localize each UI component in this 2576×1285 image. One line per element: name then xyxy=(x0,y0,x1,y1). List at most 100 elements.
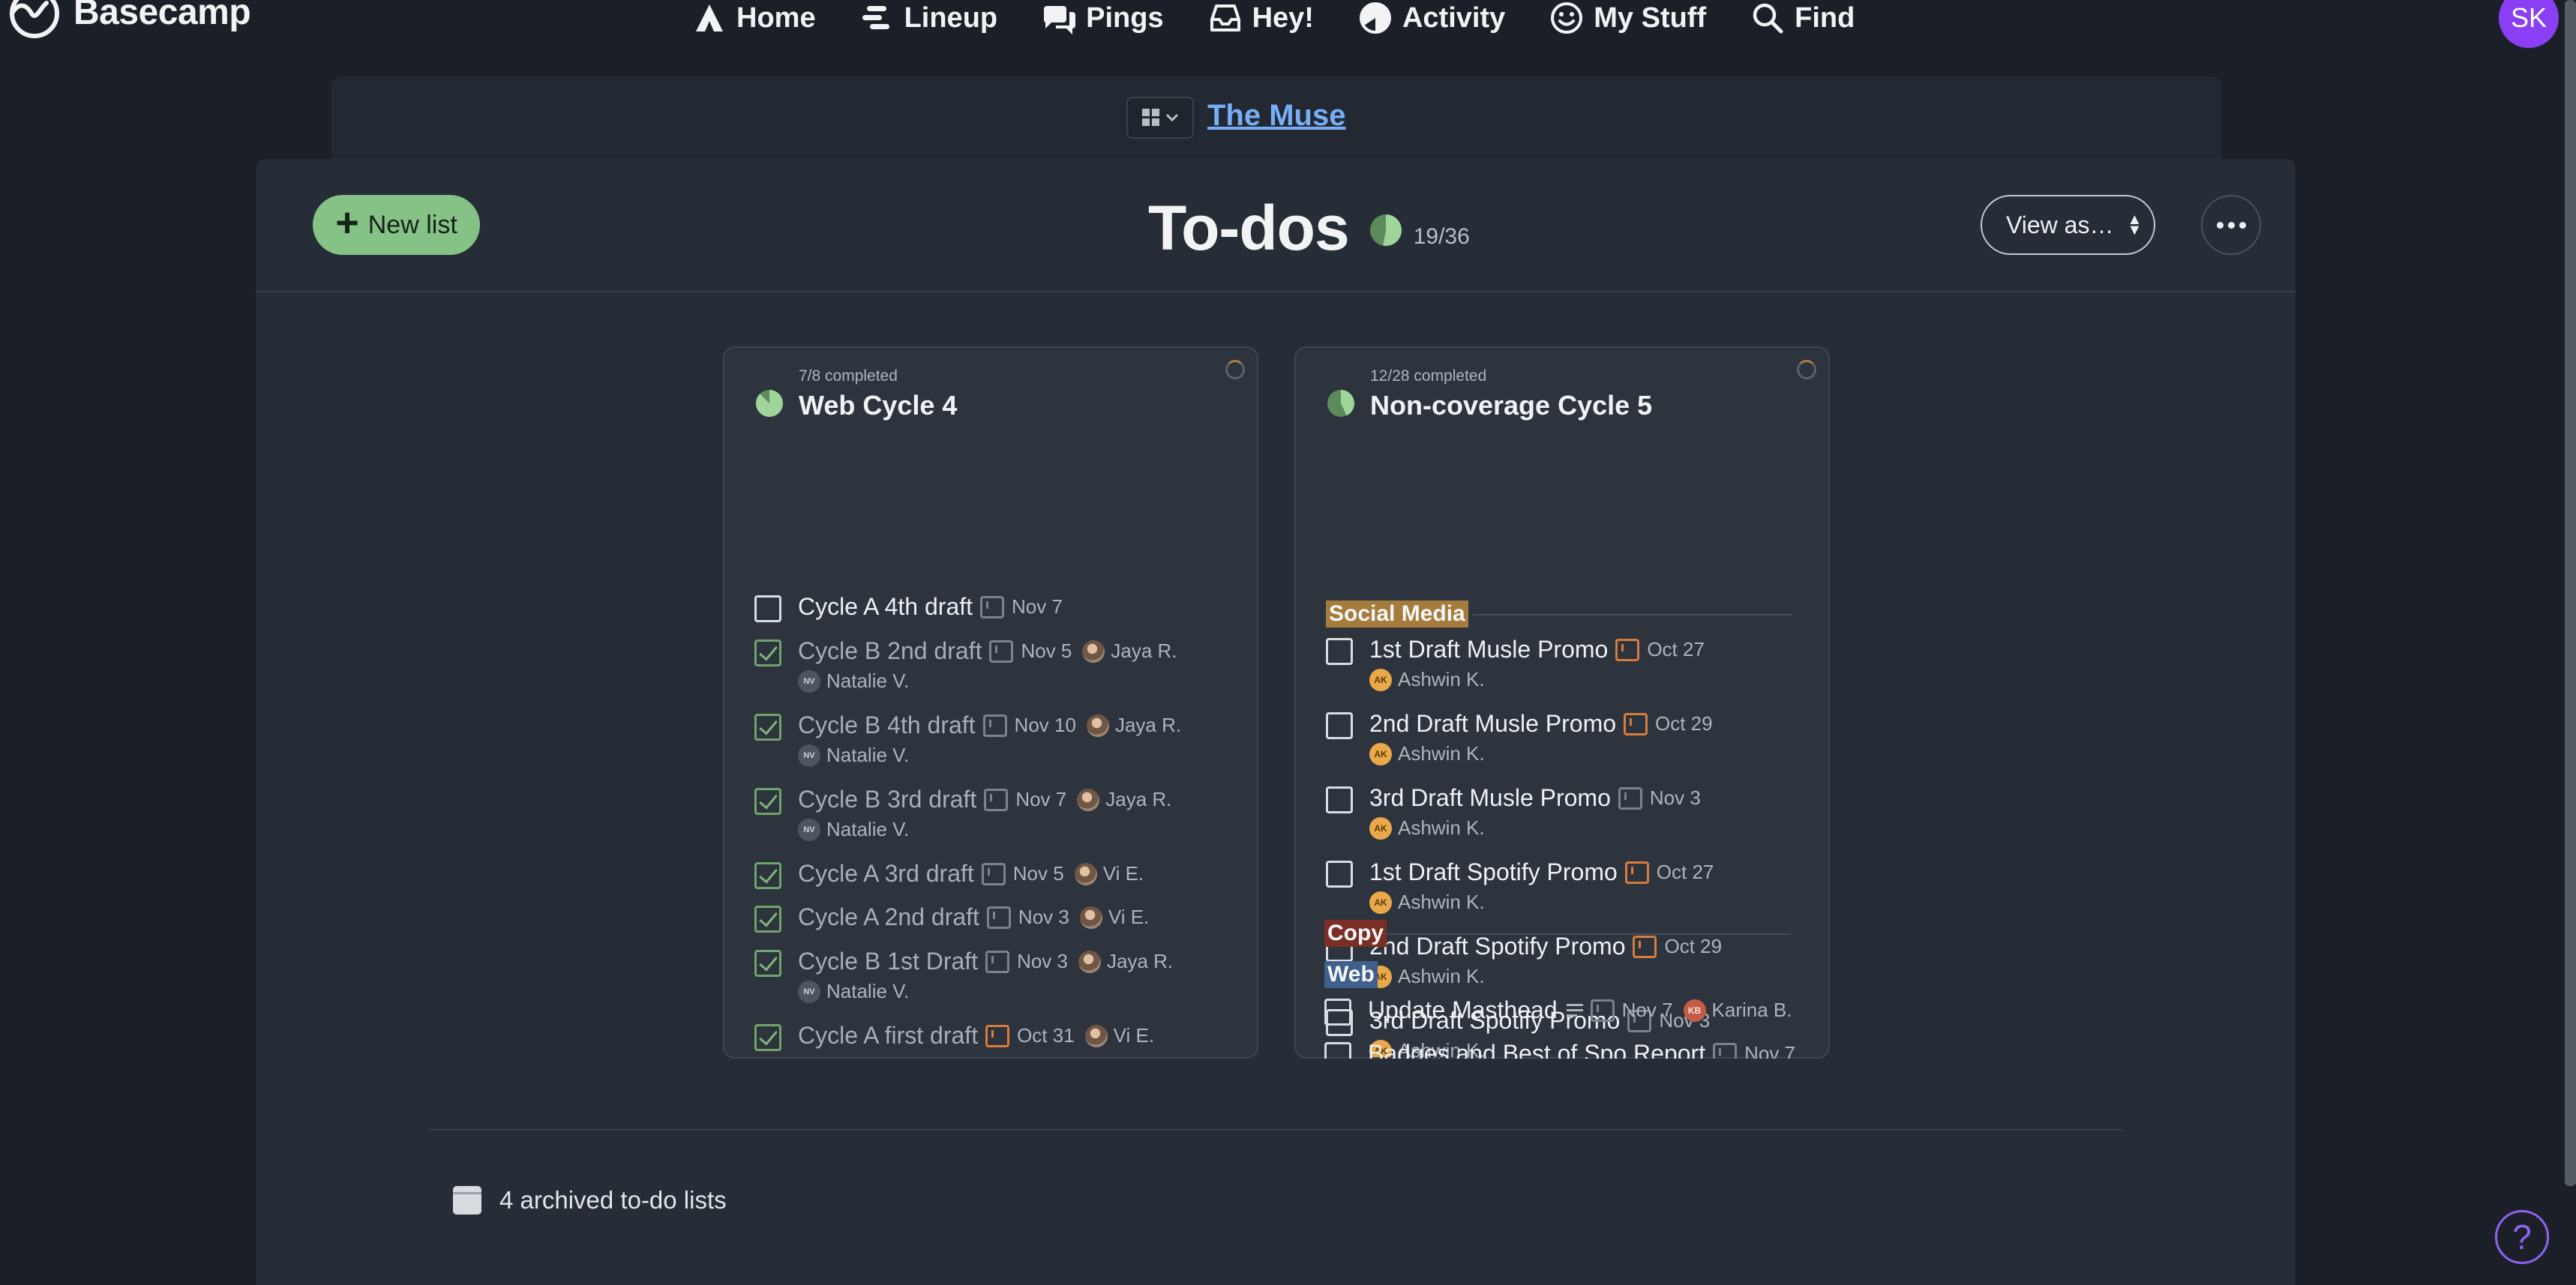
lineup-icon xyxy=(862,6,889,29)
nav-pings[interactable]: Pings xyxy=(1041,0,1164,36)
avatar xyxy=(1074,862,1097,885)
nav-lineup[interactable]: Lineup xyxy=(859,0,997,36)
nav-label: Home xyxy=(736,1,816,34)
assignee: Jaya R. xyxy=(1078,950,1173,973)
assignee: AK Ashwin K. xyxy=(1369,891,1485,914)
project-name-link[interactable]: The Muse xyxy=(1207,99,1345,133)
todo-list-non-coverage-cycle-5[interactable]: 12/28 completed Non-coverage Cycle 5 Soc… xyxy=(1294,346,1830,1059)
todo-checkbox[interactable] xyxy=(754,714,781,741)
assignee-name: Natalie V. xyxy=(826,744,910,766)
archive-box-icon xyxy=(453,1186,481,1215)
assignee-name: Jaya R. xyxy=(1111,640,1177,662)
avatar: AK xyxy=(1369,668,1392,691)
basecamp-logo[interactable]: Basecamp xyxy=(3,0,251,42)
assignee-name: Natalie V. xyxy=(826,818,910,840)
calendar-icon xyxy=(984,788,1009,811)
assignee: Vi E. xyxy=(1079,906,1149,929)
todos-card: + New list To-dos 19/36 View as… ▲ ▼ 7/8 … xyxy=(256,159,2296,1285)
todo-title[interactable]: Cycle B 2nd draft xyxy=(798,637,982,665)
todo-checkbox[interactable] xyxy=(1326,861,1353,888)
basecamp-logo-icon xyxy=(10,0,59,38)
help-button[interactable]: ? xyxy=(2495,1210,2549,1264)
todo-list-web-cycle-4[interactable]: 7/8 completed Web Cycle 4 Cycle A 4th dr… xyxy=(723,346,1258,1059)
list-title[interactable]: Web Cycle 4 xyxy=(799,390,957,421)
progress-pie-icon xyxy=(1369,214,1402,246)
nav-label: My Stuff xyxy=(1594,1,1707,34)
group-divider xyxy=(1473,614,1792,616)
todo-title[interactable]: Cycle A 3rd draft xyxy=(798,860,974,888)
nav-hey[interactable]: Hey! xyxy=(1207,0,1314,36)
nav-my-stuff[interactable]: My Stuff xyxy=(1549,0,1706,36)
smiley-icon xyxy=(1551,2,1583,34)
list-title[interactable]: Non-coverage Cycle 5 xyxy=(1370,390,1652,421)
todo-checkbox[interactable] xyxy=(754,595,781,622)
todo-title[interactable]: Cycle A first draft xyxy=(798,1022,978,1050)
home-icon xyxy=(696,4,723,31)
avatar xyxy=(1077,788,1100,811)
assignee-name: Jaya R. xyxy=(1114,714,1182,736)
todo-title[interactable]: 2nd Draft Musle Promo xyxy=(1369,710,1616,738)
calendar-icon xyxy=(1624,712,1648,735)
avatar: AK xyxy=(1369,1039,1392,1057)
due-date: Nov 3 xyxy=(1018,906,1069,928)
todo-title[interactable]: Cycle B 1st Draft xyxy=(798,948,978,975)
todo-checkbox[interactable] xyxy=(754,640,781,666)
new-list-button[interactable]: + New list xyxy=(313,195,480,255)
todo-checkbox[interactable] xyxy=(1326,935,1353,962)
new-list-label: New list xyxy=(367,210,457,239)
calendar-icon xyxy=(1627,1009,1652,1032)
avatar: AK xyxy=(1369,965,1392,988)
todo-title[interactable]: Cycle A 4th draft xyxy=(798,593,973,621)
assignee-name: Ashwin K. xyxy=(1398,965,1485,987)
avatar: NV xyxy=(798,744,820,767)
calendar-icon xyxy=(986,906,1011,929)
todo-checkbox[interactable] xyxy=(1326,786,1353,813)
todo-title[interactable]: 1st Draft Musle Promo xyxy=(1369,636,1608,663)
project-switcher-button[interactable] xyxy=(1126,97,1194,139)
todo-title[interactable]: Cycle B 3rd draft xyxy=(798,786,976,813)
assignee: NV Natalie V. xyxy=(798,744,909,767)
todo-checkbox[interactable] xyxy=(1326,638,1353,665)
assignee: NV Natalie V. xyxy=(798,669,909,693)
calendar-icon xyxy=(980,595,1005,619)
todo-title[interactable]: 3rd Draft Spotify Promo xyxy=(1369,1007,1620,1035)
todo-checkbox[interactable] xyxy=(754,1024,781,1051)
page-scrollbar[interactable] xyxy=(2565,0,2576,1186)
nav-activity[interactable]: Activity xyxy=(1357,0,1505,36)
todo-checkbox[interactable] xyxy=(754,950,781,977)
due-date: Nov 3 xyxy=(1017,950,1068,972)
nav-label: Activity xyxy=(1402,1,1506,34)
todo-checkbox[interactable] xyxy=(1326,1009,1353,1036)
assignee-name: Jaya R. xyxy=(1106,950,1174,972)
list-completed-count: 7/8 completed xyxy=(799,367,898,385)
due-date: Nov 5 xyxy=(1021,640,1072,662)
archived-lists-link[interactable]: 4 archived to-do lists xyxy=(453,1186,727,1215)
avatar: NV xyxy=(798,669,820,693)
nav-home[interactable]: Home xyxy=(691,0,816,36)
more-options-button[interactable] xyxy=(2201,195,2261,255)
todo-checkbox[interactable] xyxy=(754,788,781,815)
todo-checkbox[interactable] xyxy=(1326,712,1353,739)
assignee-name: Ashwin K. xyxy=(1398,668,1485,690)
todo-title[interactable]: 1st Draft Spotify Promo xyxy=(1369,858,1618,886)
assignee: AK Ashwin K. xyxy=(1369,816,1485,840)
avatar xyxy=(1084,1024,1108,1047)
todo-checkbox[interactable] xyxy=(754,862,781,889)
assignee: Jaya R. xyxy=(1082,640,1177,663)
nav-find[interactable]: Find xyxy=(1750,0,1855,36)
assignee: Jaya R. xyxy=(1077,788,1171,811)
user-avatar[interactable]: SK xyxy=(2499,0,2559,48)
todo-title[interactable]: Cycle B 4th draft xyxy=(798,711,976,739)
group-label: Social Media xyxy=(1326,601,1468,628)
list-completed-count: 12/28 completed xyxy=(1370,367,1487,385)
title-group: To-dos 19/36 xyxy=(1148,192,1470,265)
assignee: AK Ashwin K. xyxy=(1369,965,1485,988)
todo-title[interactable]: 3rd Draft Musle Promo xyxy=(1369,784,1611,812)
assignee-name: Jaya R. xyxy=(1105,788,1172,810)
todo-checkbox[interactable] xyxy=(754,906,781,933)
loading-spinner-icon xyxy=(1225,360,1245,379)
todo-title[interactable]: Cycle A 2nd draft xyxy=(798,903,979,931)
todo-title[interactable]: 2nd Draft Spotify Promo xyxy=(1369,933,1625,960)
view-as-select[interactable]: View as… ▲ ▼ xyxy=(1981,195,2155,255)
section-divider xyxy=(429,1129,2122,1131)
